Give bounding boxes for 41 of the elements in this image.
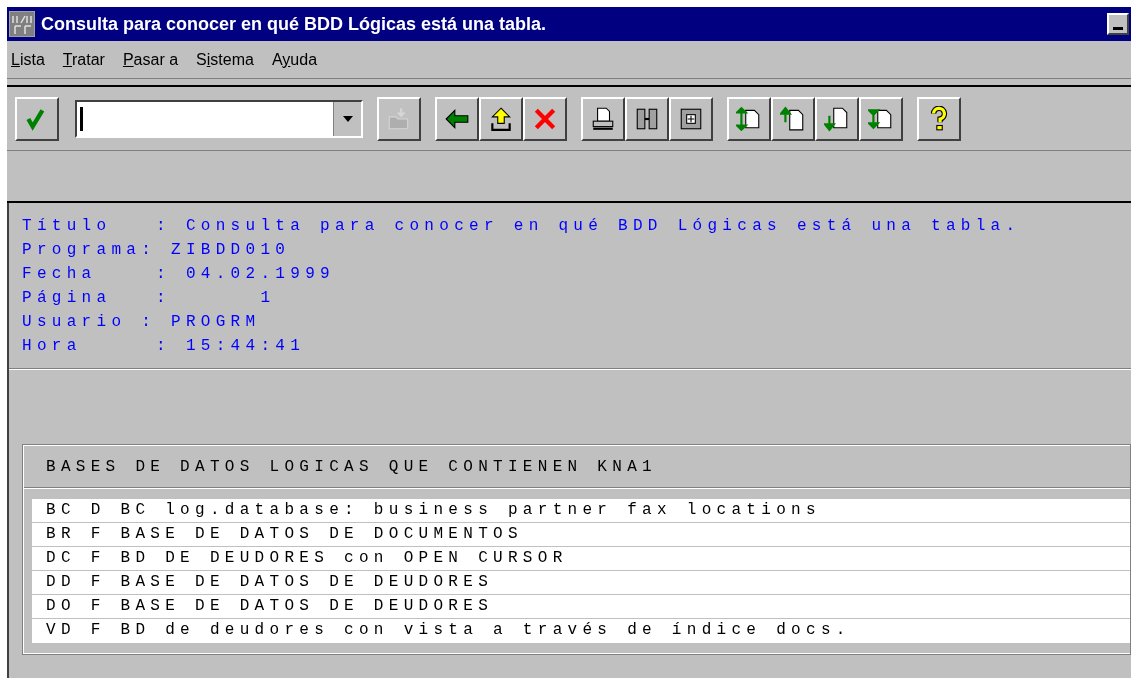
menu-item[interactable]: Tratar <box>62 47 105 72</box>
page-up-arrow-icon <box>780 105 806 132</box>
list-row: DC F BD DE DEUDORES con OPEN CURSOR <box>32 547 1130 571</box>
report-header-line: Hora : 15:44:41 <box>22 336 306 357</box>
find-button[interactable] <box>625 96 669 141</box>
list-row: DO F BASE DE DATOS DE DEUDORES <box>32 595 1130 619</box>
list-row: DD F BASE DE DATOS DE DEUDORES <box>32 571 1130 595</box>
report-header-line: Página : 1 <box>22 288 276 309</box>
page-down-arrow-icon <box>824 105 850 132</box>
find-next-button[interactable] <box>669 96 713 141</box>
window-title: Consulta para conocer en qué BDD Lógicas está una tabla. <box>41 12 548 36</box>
previous-page-button[interactable] <box>771 96 815 141</box>
menu-item[interactable]: Sistema <box>196 47 254 72</box>
exit-button[interactable] <box>479 96 523 141</box>
page-arrows-icon <box>736 105 762 132</box>
up-arrow-icon <box>488 105 514 132</box>
next-page-button[interactable] <box>815 96 859 141</box>
dropdown-button[interactable] <box>333 101 361 136</box>
list-row: VD F BD de deudores con vista a través de índice docs. <box>32 619 1130 643</box>
minimize-button[interactable] <box>1107 13 1129 35</box>
help-button[interactable] <box>917 96 961 141</box>
first-page-button[interactable] <box>727 96 771 141</box>
back-button[interactable] <box>435 96 479 141</box>
list-row: BC D BC log.database: business partner fax locations <box>32 499 1130 523</box>
report-header-line: Programa: ZIBDD010 <box>22 240 291 261</box>
report-header-line: Título : Consulta para conocer en qué BDD Lógicas está una tabla. <box>22 216 1021 237</box>
report-header-line: Fecha : 04.02.1999 <box>22 264 335 285</box>
menu-item[interactable]: Ayuda <box>271 47 318 72</box>
app-logo-icon <box>9 11 35 37</box>
caret-icon <box>342 115 353 122</box>
report-header-line: Usuario : PROGRM <box>22 312 261 333</box>
printer-icon <box>590 105 616 132</box>
menu-item[interactable]: Pasar a <box>122 47 179 72</box>
menu-item[interactable]: Lista <box>11 47 45 72</box>
print-button[interactable] <box>581 96 625 141</box>
list-row: BR F BASE DE DATOS DE DOCUMENTOS <box>32 523 1130 547</box>
last-page-button[interactable] <box>859 96 903 141</box>
command-field[interactable] <box>75 99 363 138</box>
enter-button[interactable] <box>15 96 59 141</box>
cancel-button[interactable] <box>523 96 567 141</box>
list-title: BASES DE DATOS LOGICAS QUE CONTIENEN KNA1 <box>24 446 1130 488</box>
